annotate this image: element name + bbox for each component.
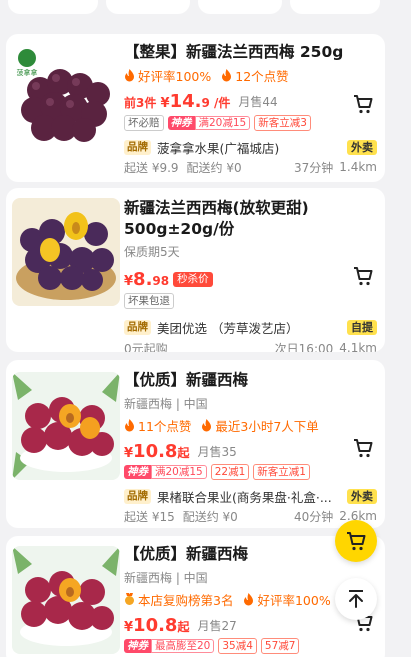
guarantee-pill: 坏必赔 (124, 115, 164, 131)
monthly-sales: 月售27 (197, 618, 237, 633)
flame-icon (125, 68, 134, 81)
brand-tag: 品牌 (124, 319, 151, 335)
product-image (12, 372, 120, 480)
store-name[interactable]: 美团优选 （芳草泼艺店） (157, 318, 347, 337)
delivery-time: 37分钟 (293, 160, 334, 175)
coupon-label: 神券 (124, 465, 151, 479)
right-margin (389, 0, 411, 657)
flame-icon (222, 68, 232, 81)
delivery-fee: 配送约 ¥0 (182, 509, 238, 524)
distance: 1.4km (339, 160, 377, 174)
product-image (12, 198, 120, 306)
brand-tag: 品牌 (124, 139, 151, 155)
min-order: 0元起购 (124, 341, 168, 353)
monthly-sales: 月售44 (238, 94, 278, 109)
cart-icon[interactable] (351, 436, 375, 460)
pickup-time: 次日16:00 (274, 341, 334, 353)
filter-chip[interactable] (106, 0, 190, 14)
price: 前3件 ¥14.9 /件 (124, 90, 231, 112)
flame-icon (125, 418, 134, 431)
filter-chip[interactable] (290, 0, 380, 14)
shelf-life: 保质期5天 (124, 244, 180, 259)
distance: 4.1km (339, 341, 377, 352)
delivery-time: 40分钟 (293, 509, 334, 524)
min-order: 起送 ¥15 (124, 509, 175, 524)
rank-tag: 本店复购榜第3名 (124, 590, 233, 609)
product-title: 【整果】新疆法兰西西梅 250g (124, 43, 344, 61)
promo-pill: 22减1 (210, 464, 250, 480)
product-image: 菠拿拿 (12, 42, 120, 150)
rating-tag: 好评率100% (243, 590, 331, 609)
monthly-sales: 月售35 (197, 444, 237, 459)
brand-tag: 品牌 (124, 488, 151, 504)
seckill-badge: 秒杀价 (173, 271, 213, 287)
cart-icon[interactable] (351, 92, 375, 116)
coupon-label: 神券 (124, 639, 151, 653)
product-title: 新疆法兰西西梅(放软更甜) 500g±20g/份 (124, 199, 309, 238)
flame-icon (244, 592, 254, 605)
coupon-value: 满20减15 (194, 116, 251, 130)
cart-icon (347, 532, 366, 551)
product-card[interactable]: 【优质】新疆西梅 新疆西梅 | 中国 11个点赞 最近3小时7人下单 ¥10.8… (6, 360, 385, 528)
product-card[interactable]: 【优质】新疆西梅 新疆西梅 | 中国 本店复购榜第3名 好评率100% ¥10.… (6, 536, 385, 657)
product-title: 【优质】新疆西梅 (124, 371, 249, 389)
product-card[interactable]: 新疆法兰西西梅(放软更甜) 500g±20g/份 保质期5天 ¥8.98 秒杀价… (6, 188, 385, 352)
price: ¥10.8起 (124, 614, 190, 636)
store-name[interactable]: 菠拿拿水果(广福城店) (157, 138, 347, 157)
promo-pill: 35减4 (218, 638, 257, 654)
coupon-label: 神券 (167, 116, 195, 130)
cart-icon[interactable] (351, 264, 375, 288)
delivery-badge: 外卖 (347, 139, 377, 155)
price: ¥8.98 (124, 268, 170, 290)
delivery-badge: 外卖 (347, 488, 377, 504)
svg-text:菠拿拿: 菠拿拿 (17, 68, 38, 77)
medal-icon (125, 592, 134, 605)
store-name[interactable]: 果楮联合果业(商务果盘·礼盒·... (157, 487, 347, 506)
price: ¥10.8起 (124, 440, 190, 462)
pickup-badge: 自提 (347, 319, 377, 335)
flame-icon (202, 418, 212, 431)
filter-chip[interactable] (8, 0, 98, 14)
top-strip (0, 0, 411, 26)
product-image (12, 546, 120, 654)
back-to-top-button[interactable] (335, 578, 377, 620)
coupon-value: 满20减15 (151, 465, 207, 479)
origin: 新疆西梅 | 中国 (124, 396, 208, 411)
arrow-up-icon (349, 590, 363, 608)
filter-chip[interactable] (198, 0, 282, 14)
likes-tag: 12个点赞 (221, 66, 289, 85)
recent-orders-tag: 最近3小时7人下单 (201, 416, 319, 435)
promo-pill: 57减7 (260, 638, 300, 654)
floating-cart-button[interactable] (335, 520, 377, 562)
guarantee-pill: 坏果包退 (124, 293, 174, 309)
rating-tag: 好评率100% (124, 66, 211, 85)
min-order: 起送 ¥9.9 (124, 160, 179, 175)
coupon-value: 最高膨至20 (151, 639, 215, 653)
likes-tag: 11个点赞 (124, 416, 191, 435)
promo-pill: 新客立减1 (253, 464, 310, 480)
delivery-fee: 配送约 ¥0 (186, 160, 242, 175)
promo-pill: 新客立减3 (254, 115, 311, 131)
product-card[interactable]: 菠拿拿 【整果】新疆法兰西西梅 250g 好评率100% 12个点赞 前3件 ¥… (6, 34, 385, 182)
origin: 新疆西梅 | 中国 (124, 570, 208, 585)
